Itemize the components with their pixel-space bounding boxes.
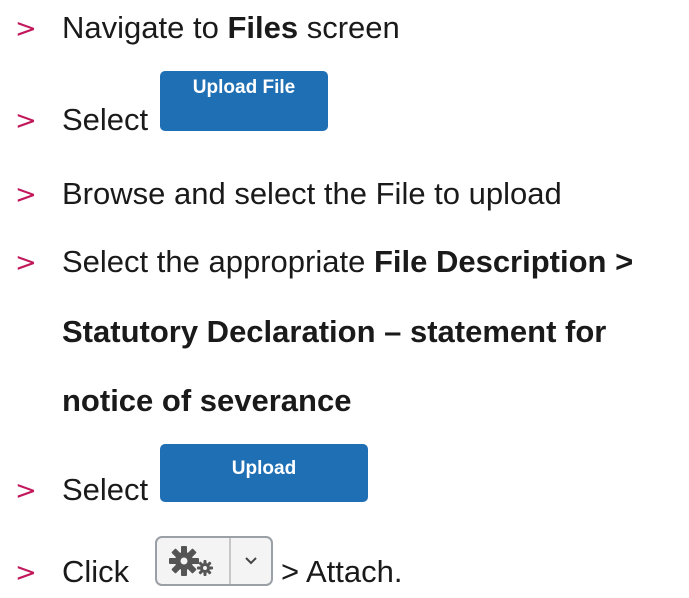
step-1-pre: Navigate to [62, 10, 228, 45]
step-1-post: screen [298, 10, 400, 45]
step-2-text: Select [62, 102, 149, 137]
step-6: > Click > Attach. [0, 552, 689, 588]
upload-file-button[interactable]: Upload File [160, 71, 328, 131]
bullet-icon: > [15, 180, 37, 210]
bullet-icon: > [15, 558, 37, 588]
step-1-bold: Files [227, 10, 299, 45]
bullet-icon: > [15, 106, 37, 136]
bullet-icon: > [15, 476, 37, 506]
step-4: > Select the appropriate File Descriptio… [0, 244, 689, 280]
step-3-text: Browse and select the File to upload [62, 176, 562, 211]
step-4-continuation-2: notice of severance [62, 383, 352, 418]
step-6-text: Click [62, 554, 130, 589]
upload-button[interactable]: Upload [160, 444, 368, 502]
step-5-text: Select [62, 472, 149, 507]
bullet-icon: > [15, 14, 37, 44]
step-1: > Navigate to Files screen [0, 10, 689, 46]
chevron-down-icon [245, 557, 257, 565]
step-6-post: > Attach. [281, 554, 403, 589]
settings-dropdown-button[interactable] [155, 536, 273, 586]
step-4-pre: Select the appropriate [62, 244, 374, 279]
bullet-icon: > [15, 248, 37, 278]
gear-icon [169, 546, 213, 576]
step-2: > Select [0, 100, 689, 136]
chevron-button[interactable] [231, 538, 271, 584]
gear-button[interactable] [157, 538, 231, 584]
step-4-bold: File Description > [373, 244, 634, 279]
step-3: > Browse and select the File to upload [0, 176, 689, 212]
step-4-continuation-1: Statutory Declaration – statement for [62, 314, 607, 349]
